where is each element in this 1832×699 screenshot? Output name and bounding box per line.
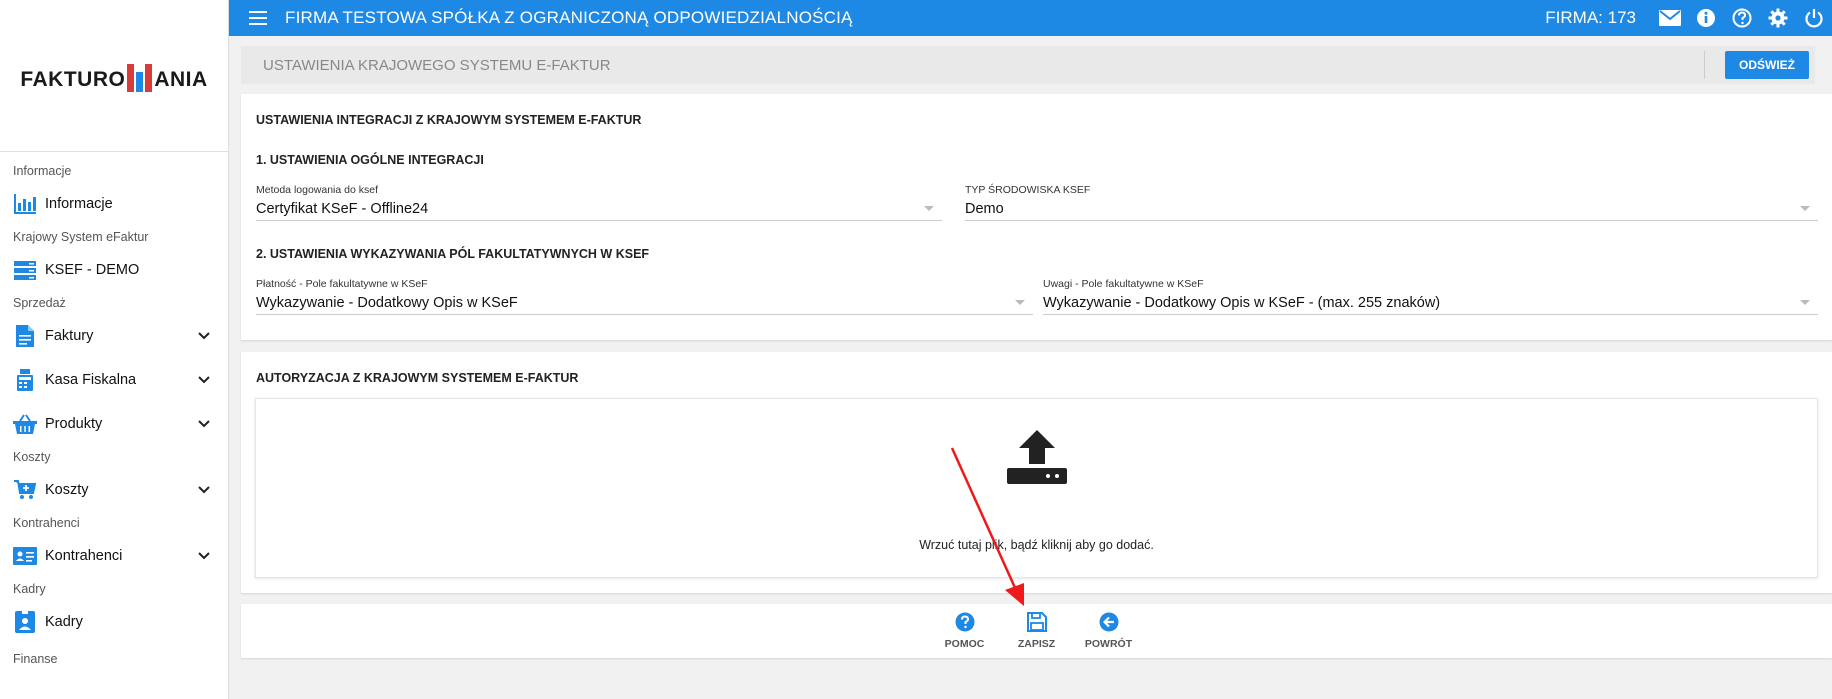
optional-fields-title: 2. USTAWIENIA WYKAZYWANIA PÓL FAKULTATYW… — [256, 247, 650, 261]
power-icon[interactable] — [1802, 6, 1826, 30]
env-type-value: Demo — [965, 200, 1004, 217]
logo-text-left: FAKTURO — [20, 67, 126, 91]
sidebar-section-kontrahenci: Kontrahenci — [13, 516, 80, 530]
sidebar-item-koszty[interactable]: Koszty — [0, 468, 228, 512]
sidebar-item-label: Kasa Fiskalna — [45, 372, 137, 388]
sidebar-section-ksef: Krajowy System eFaktur — [13, 230, 149, 244]
floppy-disk-icon — [1026, 612, 1047, 632]
integration-title: USTAWIENIA INTEGRACJI Z KRAJOWYM SYSTEME… — [256, 113, 642, 127]
sidebar-item-kontrahenci[interactable]: Kontrahenci — [0, 534, 228, 578]
dropdown-arrow-icon — [1800, 300, 1810, 305]
dropdown-arrow-icon — [1800, 206, 1810, 211]
bar-chart-icon — [13, 192, 37, 216]
save-label: ZAPISZ — [1017, 638, 1056, 650]
sidebar-item-ksef-demo[interactable]: KSEF - DEMO — [0, 248, 228, 292]
sidebar-item-label: KSEF - DEMO — [45, 262, 140, 278]
refresh-button[interactable]: ODŚWIEŻ — [1725, 51, 1809, 79]
sidebar-section-sprzedaz: Sprzedaż — [13, 296, 66, 310]
sidebar-item-faktury[interactable]: Faktury — [0, 314, 228, 358]
chevron-down-icon[interactable] — [197, 417, 211, 431]
chevron-down-icon[interactable] — [197, 373, 211, 387]
sidebar-section-kadry: Kadry — [13, 582, 46, 596]
info-icon[interactable] — [1694, 6, 1718, 30]
chevron-down-icon[interactable] — [197, 483, 211, 497]
sidebar-item-label: Informacje — [45, 196, 113, 212]
help-icon[interactable] — [1730, 6, 1754, 30]
payment-field-value: Wykazywanie - Dodatkowy Opis w KSeF — [256, 294, 518, 311]
help-label: POMOC — [944, 638, 985, 650]
cart-icon — [13, 478, 37, 502]
gear-icon[interactable] — [1766, 6, 1790, 30]
login-method-label: Metoda logowania do ksef — [256, 184, 378, 196]
help-circle-icon — [955, 612, 974, 632]
top-bar: FIRMA TESTOWA SPÓŁKA Z OGRANICZONĄ ODPOW… — [229, 0, 1832, 36]
notes-field-select[interactable]: Wykazywanie - Dodatkowy Opis w KSeF - (m… — [1043, 291, 1818, 315]
document-icon — [13, 324, 37, 348]
file-dropzone[interactable]: Wrzuć tutaj plik, bądź kliknij aby go do… — [255, 398, 1818, 578]
sidebar-section-informacje: Informacje — [13, 164, 72, 178]
sidebar-item-label: Kadry — [45, 614, 83, 630]
page-header: USTAWIENIA KRAJOWEGO SYSTEMU E-FAKTUR OD… — [241, 46, 1815, 84]
authorization-card: AUTORYZACJA Z KRAJOWYM SYSTEMEM E-FAKTUR… — [241, 352, 1832, 593]
payment-field-select[interactable]: Wykazywanie - Dodatkowy Opis w KSeF — [256, 291, 1033, 315]
authorization-title: AUTORYZACJA Z KRAJOWYM SYSTEMEM E-FAKTUR — [256, 371, 579, 385]
basket-icon — [13, 412, 37, 436]
logo[interactable]: FAKTURO ANIA — [0, 0, 228, 152]
sidebar-item-label: Produkty — [45, 416, 103, 432]
save-button[interactable]: ZAPISZ — [1001, 604, 1073, 658]
chevron-down-icon[interactable] — [197, 549, 211, 563]
sidebar-item-label: Faktury — [45, 328, 94, 344]
contact-card-icon — [13, 544, 37, 568]
header-divider — [1704, 51, 1705, 79]
company-name: FIRMA TESTOWA SPÓŁKA Z OGRANICZONĄ ODPOW… — [285, 8, 853, 27]
sidebar: FAKTURO ANIA Informacje Informacje Krajo… — [0, 0, 229, 699]
login-method-select[interactable]: Certyfikat KSeF - Offline24 — [256, 197, 942, 221]
cash-register-icon — [13, 368, 37, 392]
upload-icon — [1007, 430, 1067, 484]
notes-field-label: Uwagi - Pole fakultatywne w KSeF — [1043, 278, 1204, 290]
actions-bar: POMOC ZAPISZ POWRÓT — [241, 604, 1832, 658]
payment-field-label: Płatność - Pole fakultatywne w KSeF — [256, 278, 428, 290]
env-type-label: TYP ŚRODOWISKA KSEF — [965, 184, 1091, 196]
hamburger-menu-icon[interactable] — [249, 11, 267, 25]
sidebar-section-finanse: Finanse — [13, 652, 58, 666]
envelope-icon[interactable] — [1658, 6, 1682, 30]
logo-m-mark — [126, 60, 153, 92]
sidebar-item-informacje[interactable]: Informacje — [0, 182, 228, 226]
help-button[interactable]: POMOC — [929, 604, 1001, 658]
dropzone-text: Wrzuć tutaj plik, bądź kliknij aby go do… — [919, 538, 1154, 552]
sidebar-item-kadry[interactable]: Kadry — [0, 600, 228, 644]
firma-id: FIRMA: 173 — [1545, 8, 1636, 27]
env-type-select[interactable]: Demo — [965, 197, 1818, 221]
dropdown-arrow-icon — [924, 206, 934, 211]
employee-icon — [13, 610, 37, 634]
general-settings-title: 1. USTAWIENIA OGÓLNE INTEGRACJI — [256, 153, 484, 167]
page-title: USTAWIENIA KRAJOWEGO SYSTEMU E-FAKTUR — [263, 56, 611, 74]
integration-settings-card: USTAWIENIA INTEGRACJI Z KRAJOWYM SYSTEME… — [241, 94, 1832, 340]
arrow-back-circle-icon — [1099, 612, 1118, 632]
server-icon — [13, 258, 37, 282]
back-label: POWRÓT — [1084, 638, 1133, 650]
sidebar-item-produkty[interactable]: Produkty — [0, 402, 228, 446]
sidebar-item-label: Kontrahenci — [45, 548, 123, 564]
chevron-down-icon[interactable] — [197, 329, 211, 343]
login-method-value: Certyfikat KSeF - Offline24 — [256, 200, 429, 217]
notes-field-value: Wykazywanie - Dodatkowy Opis w KSeF - (m… — [1043, 294, 1441, 311]
dropdown-arrow-icon — [1015, 300, 1025, 305]
sidebar-item-kasa-fiskalna[interactable]: Kasa Fiskalna — [0, 358, 228, 402]
sidebar-section-koszty: Koszty — [13, 450, 51, 464]
back-button[interactable]: POWRÓT — [1073, 604, 1145, 658]
sidebar-item-label: Koszty — [45, 482, 89, 498]
logo-text-right: ANIA — [154, 67, 208, 91]
